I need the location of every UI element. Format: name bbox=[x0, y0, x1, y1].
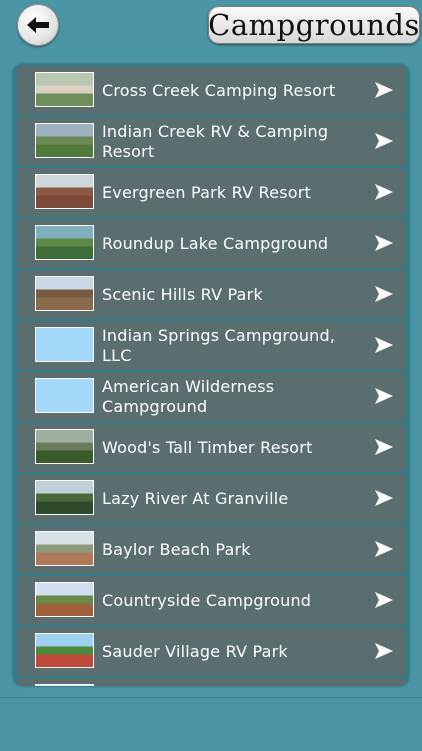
campground-photo bbox=[35, 531, 94, 566]
chevron-right-icon bbox=[373, 590, 395, 610]
chevron-right-icon bbox=[373, 641, 395, 661]
list-item[interactable]: Indian Creek RV & Camping Resort bbox=[17, 117, 406, 166]
campground-photo bbox=[35, 123, 94, 158]
campground-name: American Wilderness Campground bbox=[102, 376, 275, 416]
list-item[interactable]: Countryside Campground bbox=[17, 576, 406, 625]
list-item[interactable]: American Wilderness Campground bbox=[17, 372, 406, 421]
campground-photo bbox=[35, 72, 94, 107]
thumbnail-placeholder bbox=[35, 378, 94, 413]
campground-name: Lazy River At Granville bbox=[102, 488, 289, 508]
back-arrow-icon bbox=[25, 15, 51, 35]
chevron-right-icon bbox=[373, 284, 395, 304]
chevron-right-icon bbox=[373, 437, 395, 457]
campground-name: Baylor Beach Park bbox=[102, 539, 251, 559]
chevron-right-icon bbox=[373, 335, 395, 355]
chevron-right-icon bbox=[373, 182, 395, 202]
campground-name: Indian Creek RV & Camping Resort bbox=[102, 121, 329, 161]
list-item[interactable]: Roundup Lake Campground bbox=[17, 219, 406, 268]
list-item[interactable]: Scenic Hills RV Park bbox=[17, 270, 406, 319]
campground-name: Indian Springs Campground, LLC bbox=[102, 325, 336, 365]
campground-list: Cross Creek Camping Resort Indian Creek R… bbox=[17, 66, 406, 686]
campground-list-panel[interactable]: Cross Creek Camping Resort Indian Creek R… bbox=[13, 64, 409, 686]
campground-name: Cross Creek Camping Resort bbox=[102, 80, 336, 100]
campground-photo bbox=[35, 276, 94, 311]
campground-name bbox=[102, 678, 370, 686]
list-item[interactable]: Baylor Beach Park bbox=[17, 525, 406, 574]
list-item[interactable] bbox=[17, 678, 406, 686]
chevron-right-icon bbox=[373, 233, 395, 253]
chevron-right-icon bbox=[373, 386, 395, 406]
chevron-right-icon bbox=[373, 131, 395, 151]
header-bar: Campgrounds bbox=[0, 0, 422, 55]
back-button[interactable] bbox=[17, 4, 59, 46]
campground-name: Roundup Lake Campground bbox=[102, 233, 329, 253]
campground-name: Scenic Hills RV Park bbox=[102, 284, 263, 304]
thumbnail-placeholder bbox=[35, 327, 94, 362]
campground-name: Countryside Campground bbox=[102, 590, 312, 610]
chevron-right-icon bbox=[373, 539, 395, 559]
campground-name: Evergreen Park RV Resort bbox=[102, 182, 311, 202]
footer-bar bbox=[0, 697, 422, 751]
list-item[interactable]: Cross Creek Camping Resort bbox=[17, 66, 406, 115]
chevron-right-icon bbox=[373, 80, 395, 100]
campground-photo bbox=[35, 225, 94, 260]
campground-photo bbox=[35, 684, 94, 686]
campground-name: Wood's Tall Timber Resort bbox=[102, 437, 313, 457]
chevron-right-icon bbox=[373, 488, 395, 508]
campground-photo bbox=[35, 429, 94, 464]
list-item[interactable]: Indian Springs Campground, LLC bbox=[17, 321, 406, 370]
list-item[interactable]: Evergreen Park RV Resort bbox=[17, 168, 406, 217]
list-item[interactable]: Lazy River At Granville bbox=[17, 474, 406, 523]
campground-photo bbox=[35, 480, 94, 515]
list-item[interactable]: Wood's Tall Timber Resort bbox=[17, 423, 406, 472]
campground-photo bbox=[35, 633, 94, 668]
campground-photo bbox=[35, 582, 94, 617]
page-title: Campgrounds bbox=[208, 6, 420, 44]
campground-name: Sauder Village RV Park bbox=[102, 641, 288, 661]
list-item[interactable]: Sauder Village RV Park bbox=[17, 627, 406, 676]
campground-photo bbox=[35, 174, 94, 209]
